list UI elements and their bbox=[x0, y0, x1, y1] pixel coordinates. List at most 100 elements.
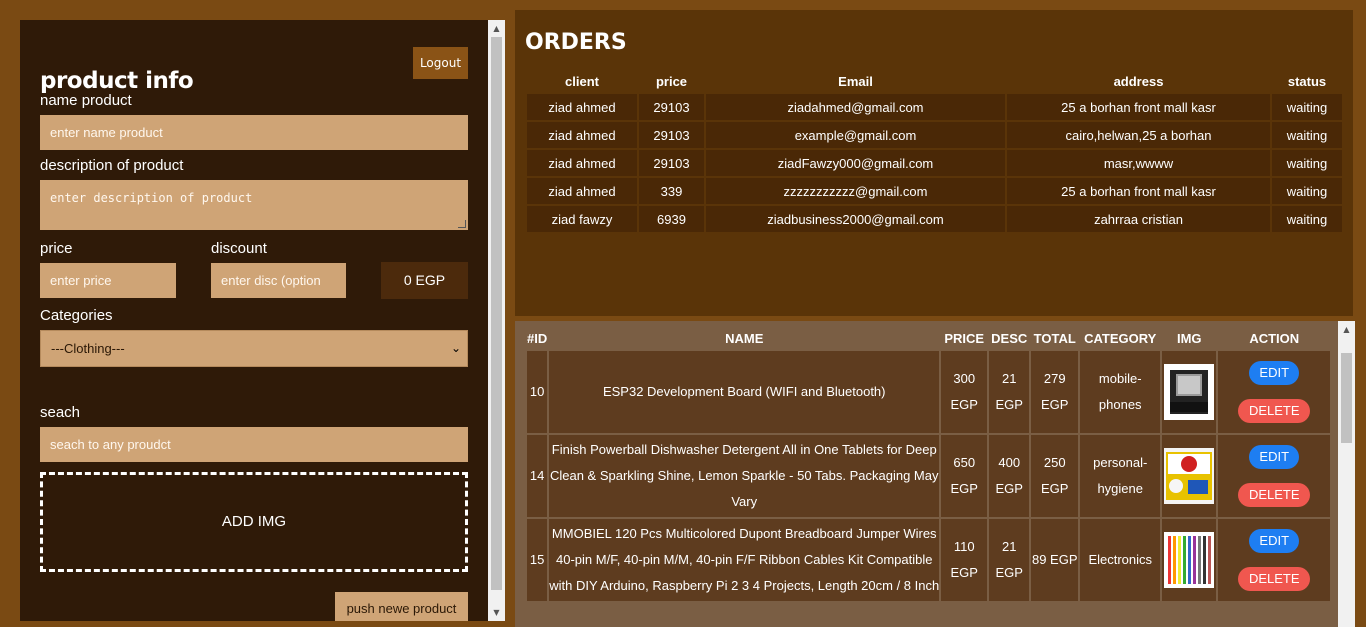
discount-label: discount bbox=[211, 240, 267, 257]
order-address: 25 a borhan front mall kasr bbox=[1007, 94, 1270, 120]
products-header-row: #ID NAME PRICE DESC TOTAL CATEGORY IMG A… bbox=[527, 327, 1330, 349]
resize-grip-icon[interactable] bbox=[458, 220, 466, 228]
order-address: 25 a borhan front mall kasr bbox=[1007, 178, 1270, 204]
order-row: ziad ahmed 29103 example@gmail.com cairo… bbox=[527, 122, 1342, 148]
product-name: ESP32 Development Board (WIFI and Blueto… bbox=[549, 351, 940, 433]
scroll-up-icon[interactable]: ▲ bbox=[1338, 321, 1355, 338]
name-input[interactable]: enter name product bbox=[40, 115, 468, 150]
order-status: waiting bbox=[1272, 150, 1342, 176]
order-status: waiting bbox=[1272, 206, 1342, 232]
product-total: 279 EGP bbox=[1031, 351, 1079, 433]
product-actions: EDIT DELETE bbox=[1218, 435, 1331, 517]
order-status: waiting bbox=[1272, 122, 1342, 148]
col-id: #ID bbox=[527, 330, 548, 346]
scroll-thumb[interactable] bbox=[491, 37, 502, 590]
order-price: 6939 bbox=[639, 206, 704, 232]
col-status: status bbox=[1287, 73, 1327, 89]
col-price: price bbox=[655, 73, 688, 89]
product-id: 10 bbox=[527, 351, 548, 433]
col-action: ACTION bbox=[1249, 330, 1300, 346]
search-input[interactable]: seach to any proudct bbox=[40, 427, 468, 462]
product-row: 15 MMOBIEL 120 Pcs Multicolored Dupont B… bbox=[527, 519, 1331, 601]
order-status: waiting bbox=[1272, 94, 1342, 120]
add-image-dropzone[interactable]: ADD IMG bbox=[40, 472, 468, 572]
products-scrollbar[interactable]: ▲ bbox=[1338, 321, 1355, 627]
delete-button[interactable]: DELETE bbox=[1238, 567, 1311, 591]
order-email: ziadahmed@gmail.com bbox=[706, 94, 1005, 120]
product-image-cell bbox=[1162, 435, 1217, 517]
category-selected: ---Clothing--- bbox=[51, 341, 125, 356]
push-product-button[interactable]: push newe product bbox=[335, 592, 468, 621]
order-address: zahrraa cristian bbox=[1007, 206, 1270, 232]
order-price: 339 bbox=[639, 178, 704, 204]
price-label: price bbox=[40, 240, 73, 257]
product-row: 10 ESP32 Development Board (WIFI and Blu… bbox=[527, 351, 1331, 433]
order-email: example@gmail.com bbox=[706, 122, 1005, 148]
order-address: cairo,helwan,25 a borhan bbox=[1007, 122, 1270, 148]
product-actions: EDIT DELETE bbox=[1218, 351, 1331, 433]
product-row: 14 Finish Powerball Dishwasher Detergent… bbox=[527, 435, 1331, 517]
name-label: name product bbox=[40, 92, 132, 109]
edit-button[interactable]: EDIT bbox=[1249, 445, 1300, 469]
delete-button[interactable]: DELETE bbox=[1238, 483, 1311, 507]
product-actions: EDIT DELETE bbox=[1218, 519, 1331, 601]
order-price: 29103 bbox=[639, 122, 704, 148]
orders-table: client price Email address status ziad a… bbox=[525, 68, 1344, 234]
search-label: seach bbox=[40, 404, 81, 421]
detergent-box-image bbox=[1164, 448, 1215, 504]
order-email: zzzzzzzzzzz@gmail.com bbox=[706, 178, 1005, 204]
order-client: ziad ahmed bbox=[527, 94, 637, 120]
product-image-cell bbox=[1162, 351, 1217, 433]
col-name: NAME bbox=[725, 330, 764, 346]
product-category: personal-hygiene bbox=[1080, 435, 1161, 517]
category-select[interactable]: ---Clothing--- ⌄ bbox=[40, 330, 468, 367]
product-price: 110 EGP bbox=[941, 519, 988, 601]
order-row: ziad ahmed 29103 ziadFawzy000@gmail.com … bbox=[527, 150, 1342, 176]
order-row: ziad ahmed 339 zzzzzzzzzzz@gmail.com 25 … bbox=[527, 178, 1342, 204]
col-address: address bbox=[1113, 73, 1164, 89]
jumper-wires-image bbox=[1164, 532, 1215, 588]
col-img: IMG bbox=[1176, 330, 1202, 346]
discount-input[interactable]: enter disc (option bbox=[211, 263, 346, 298]
order-status: waiting bbox=[1272, 178, 1342, 204]
product-id: 15 bbox=[527, 519, 548, 601]
product-desc: 21 EGP bbox=[989, 351, 1030, 433]
order-client: ziad fawzy bbox=[527, 206, 637, 232]
form-scrollbar[interactable]: ▲ ▼ bbox=[488, 20, 505, 621]
product-form-panel: product info Logout name product enter n… bbox=[20, 20, 488, 621]
scroll-down-icon[interactable]: ▼ bbox=[488, 604, 505, 621]
col-desc: DESC bbox=[991, 330, 1028, 346]
col-client: client bbox=[565, 73, 599, 89]
product-name: MMOBIEL 120 Pcs Multicolored Dupont Brea… bbox=[549, 519, 940, 601]
product-image-cell bbox=[1162, 519, 1217, 601]
col-total: TOTAL bbox=[1033, 330, 1076, 346]
scroll-thumb[interactable] bbox=[1341, 353, 1352, 443]
product-category: Electronics bbox=[1080, 519, 1161, 601]
order-address: masr,wwww bbox=[1007, 150, 1270, 176]
form-title: product info bbox=[40, 68, 194, 94]
order-price: 29103 bbox=[639, 150, 704, 176]
chevron-down-icon: ⌄ bbox=[450, 341, 461, 355]
description-textarea[interactable]: enter description of product bbox=[40, 180, 468, 230]
orders-title: ORDERS bbox=[525, 30, 627, 55]
categories-label: Categories bbox=[40, 307, 113, 324]
products-table: #ID NAME PRICE DESC TOTAL CATEGORY IMG A… bbox=[525, 325, 1332, 603]
product-category: mobile-phones bbox=[1080, 351, 1161, 433]
price-input[interactable]: enter price bbox=[40, 263, 176, 298]
orders-panel: ORDERS client price Email address status… bbox=[515, 10, 1353, 316]
scroll-up-icon[interactable]: ▲ bbox=[488, 20, 505, 37]
order-price: 29103 bbox=[639, 94, 704, 120]
delete-button[interactable]: DELETE bbox=[1238, 399, 1311, 423]
product-name: Finish Powerball Dishwasher Detergent Al… bbox=[549, 435, 940, 517]
description-label: description of product bbox=[40, 157, 184, 174]
order-row: ziad ahmed 29103 ziadahmed@gmail.com 25 … bbox=[527, 94, 1342, 120]
esp32-board-image bbox=[1164, 364, 1215, 420]
logout-button[interactable]: Logout bbox=[413, 47, 468, 79]
description-placeholder: enter description of product bbox=[50, 191, 253, 205]
product-price: 300 EGP bbox=[941, 351, 988, 433]
order-email: ziadbusiness2000@gmail.com bbox=[706, 206, 1005, 232]
product-price: 650 EGP bbox=[941, 435, 988, 517]
edit-button[interactable]: EDIT bbox=[1249, 529, 1300, 553]
edit-button[interactable]: EDIT bbox=[1249, 361, 1300, 385]
col-price: PRICE bbox=[944, 330, 985, 346]
